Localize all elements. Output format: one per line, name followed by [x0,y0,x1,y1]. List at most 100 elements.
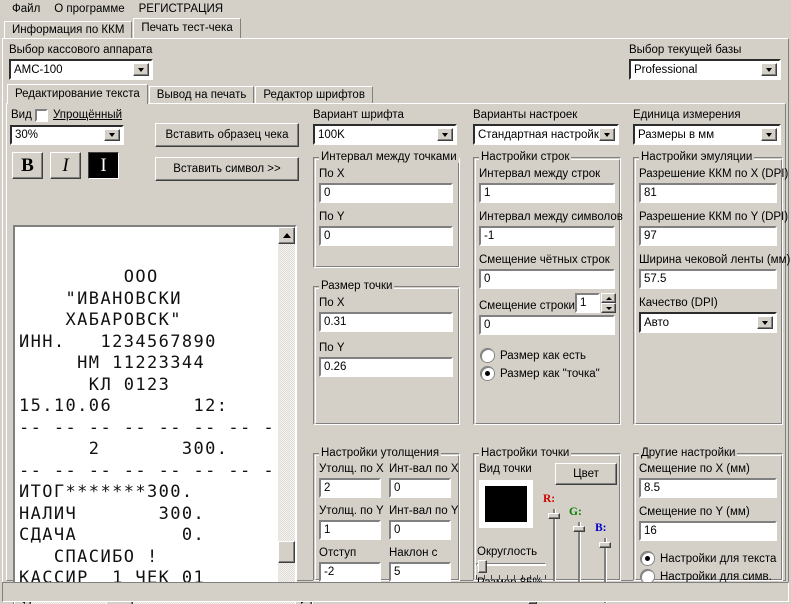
view-label: Вид [11,109,32,121]
dot-preview-swatch [479,480,533,528]
blue-channel-label: B: [595,522,607,534]
thicken-interval-x-input[interactable]: 0 [389,478,451,498]
line-interval-label: Интервал между строк [479,168,600,180]
green-channel-label: G: [569,506,582,518]
char-interval-input[interactable]: -1 [479,226,615,246]
unit-select-label: Единица измерения [633,109,741,121]
color-button[interactable]: Цвет [555,463,617,485]
font-variant-label: Вариант шрифта [313,109,404,121]
insert-sample-receipt-button[interactable]: Вставить образец чека [155,123,299,147]
char-interval-label: Интервал между символов [479,211,623,223]
chevron-down-icon[interactable] [133,63,149,76]
thicken-x-input[interactable]: 2 [319,478,381,498]
zoom-value: 30% [12,129,104,141]
base-select-combo[interactable]: Professional [629,59,781,80]
dpi-y-input[interactable]: 97 [639,226,777,246]
even-lines-offset-input[interactable]: 0 [479,269,615,289]
chevron-down-icon[interactable] [757,316,773,329]
radio-size-as-dot[interactable] [481,367,494,380]
thicken-interval-y-label: Инт-вал по Y [389,505,458,517]
offset-y-input[interactable]: 16 [639,521,777,541]
inner-tab-bar: Редактирование текста Вывод на печать Ре… [7,84,374,104]
roundness-label: Округлость [477,546,537,558]
preview-scroll-thumb[interactable] [278,541,295,563]
radio-size-as-dot-label: Размер как "точка" [500,368,600,380]
dot-settings-title: Настройки точки [479,447,571,459]
spinner-down-icon[interactable] [601,303,616,313]
settings-variant-value: Стандартная настройка [475,129,599,141]
quality-value: Авто [641,317,757,329]
font-variant-combo[interactable]: 100K [313,124,457,145]
receipt-preview-panel[interactable]: ООО "ИВАНОВСКИ ХАБАРОВСК" ИНН. 123456789… [13,225,297,604]
preview-vertical-scrollbar[interactable] [278,227,295,603]
scroll-up-button[interactable] [278,227,295,244]
spinner-up-icon[interactable] [601,293,616,303]
tab-kkm-info[interactable]: Информация по ККМ [4,21,132,38]
thicken-interval-y-input[interactable]: 0 [389,520,451,540]
quality-combo[interactable]: Авто [639,312,777,333]
menu-item-about[interactable]: О программе [47,2,131,16]
dpi-y-label: Разрешение ККМ по Y (DPI) [639,211,788,223]
tape-width-label: Ширина чековой ленты (мм) [639,254,790,266]
quality-label: Качество (DPI) [639,297,718,309]
thicken-y-input[interactable]: 1 [319,520,381,540]
italic-button[interactable]: I [50,152,81,179]
blue-slider-knob[interactable] [599,542,611,548]
settings-variant-combo[interactable]: Стандартная настройка [473,124,619,145]
simplified-checkbox[interactable] [35,109,48,122]
application-window: Файл О программе РЕГИСТРАЦИЯ Информация … [0,0,791,604]
menu-item-registration[interactable]: РЕГИСТРАЦИЯ [132,2,230,16]
chevron-down-icon[interactable] [761,63,777,76]
thicken-title: Настройки утолщения [319,447,441,459]
dot-interval-y-label: По Y [319,211,345,223]
dot-swatch-fill [485,486,527,522]
offset-x-input[interactable]: 8.5 [639,478,777,498]
device-select-combo[interactable]: АМС-100 [9,59,153,80]
zoom-combo[interactable]: 30% [10,125,124,145]
offset-x-label: Смещение по X (мм) [639,463,750,475]
tab-print-output[interactable]: Вывод на печать [149,86,255,104]
thicken-offset-label: Отступ [319,547,356,559]
base-select-label: Выбор текущей базы [629,44,741,56]
device-select-value: АМС-100 [11,64,133,76]
roundness-knob[interactable] [478,560,487,573]
tab-font-editor[interactable]: Редактор шрифтов [255,86,373,104]
chevron-down-icon[interactable] [599,128,615,141]
bold-button[interactable]: B [12,152,43,179]
red-slider-knob[interactable] [548,513,560,519]
line-offset-spinner[interactable] [601,293,616,313]
chevron-down-icon[interactable] [761,128,777,141]
lines-settings-title: Настройки строк [479,151,571,163]
tape-width-input[interactable]: 57.5 [639,269,777,289]
radio-size-as-is[interactable] [481,349,494,362]
dot-interval-x-input[interactable]: 0 [319,183,453,203]
dot-size-y-input[interactable]: 0.26 [319,357,453,377]
dot-view-label: Вид точки [479,463,532,475]
thicken-y-label: Утолщ. по Y [319,505,384,517]
line-interval-input[interactable]: 1 [479,183,615,203]
insert-symbol-button[interactable]: Вставить символ >> [155,157,299,181]
even-lines-offset-label: Смещение чётных строк [479,254,610,266]
dot-interval-x-label: По X [319,168,345,180]
top-tab-bar: Информация по ККМ Печать тест-чека [4,19,242,38]
radio-settings-for-text[interactable] [641,552,654,565]
thicken-offset-input[interactable]: -2 [319,562,381,582]
chevron-down-icon[interactable] [104,129,120,141]
thicken-slant-label: Наклон с [389,547,437,559]
red-slider[interactable] [546,509,562,581]
green-slider-knob[interactable] [573,526,585,532]
radio-settings-for-text-label: Настройки для текста [660,553,776,565]
tab-print-test-receipt[interactable]: Печать тест-чека [133,18,240,38]
line-offset-spin-input[interactable]: 1 [575,293,600,313]
dpi-x-input[interactable]: 81 [639,183,777,203]
tab-text-editing[interactable]: Редактирование текста [7,84,148,104]
unit-select-combo[interactable]: Размеры в мм [633,124,781,145]
dot-interval-y-input[interactable]: 0 [319,226,453,246]
dot-size-x-input[interactable]: 0.31 [319,312,453,332]
line-offset-input[interactable]: 0 [479,315,615,335]
base-select-value: Professional [631,64,761,76]
chevron-down-icon[interactable] [437,128,453,141]
thicken-slant-input[interactable]: 5 [389,562,451,582]
menu-item-file[interactable]: Файл [5,2,47,16]
inverse-button[interactable]: I [88,152,119,179]
